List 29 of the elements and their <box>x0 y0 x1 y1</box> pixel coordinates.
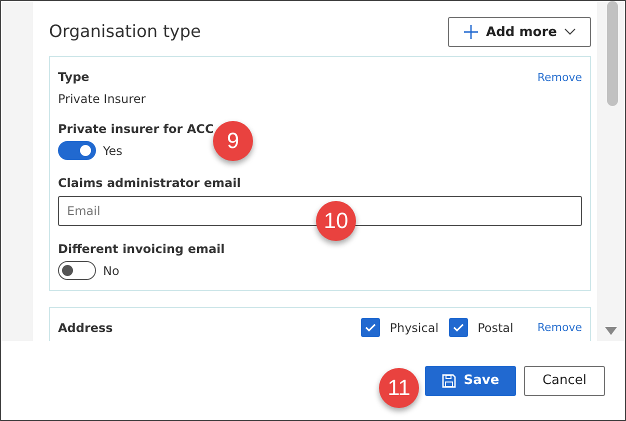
type-value: Private Insurer <box>58 92 147 106</box>
save-button[interactable]: Save <box>425 366 516 396</box>
step-number-badge: 11 <box>379 368 419 408</box>
toggle-switch[interactable] <box>58 261 96 280</box>
scrollbar-thumb[interactable] <box>606 1 618 106</box>
section-title: Organisation type <box>49 22 201 42</box>
checkmark-icon <box>364 323 376 332</box>
field-label: Private insurer for ACC <box>58 122 215 136</box>
address-label: Address <box>58 320 113 334</box>
plus-icon <box>463 24 480 40</box>
type-label: Type <box>58 70 90 84</box>
chevron-down-icon <box>564 28 576 36</box>
cancel-button[interactable]: Cancel <box>524 366 605 396</box>
scroll-down-arrow-icon[interactable] <box>605 327 617 335</box>
checkbox[interactable] <box>448 318 468 337</box>
step-number-badge: 9 <box>213 121 253 161</box>
field-label: Different invoicing email <box>58 242 226 256</box>
toggle-state-text: No <box>103 264 120 278</box>
toggle-switch[interactable] <box>58 141 96 160</box>
field-label: Claims administrator email <box>58 176 242 190</box>
checkbox-label: Postal <box>478 320 514 334</box>
step-number-badge: 10 <box>316 201 356 241</box>
toggle-state-text: Yes <box>103 144 122 158</box>
checkmark-icon <box>452 323 464 332</box>
checkbox[interactable] <box>360 318 380 337</box>
remove-link[interactable]: Remove <box>537 321 582 334</box>
add-more-button[interactable]: Add more <box>448 17 591 47</box>
remove-link[interactable]: Remove <box>537 70 582 84</box>
checkbox-label: Physical <box>390 320 439 334</box>
